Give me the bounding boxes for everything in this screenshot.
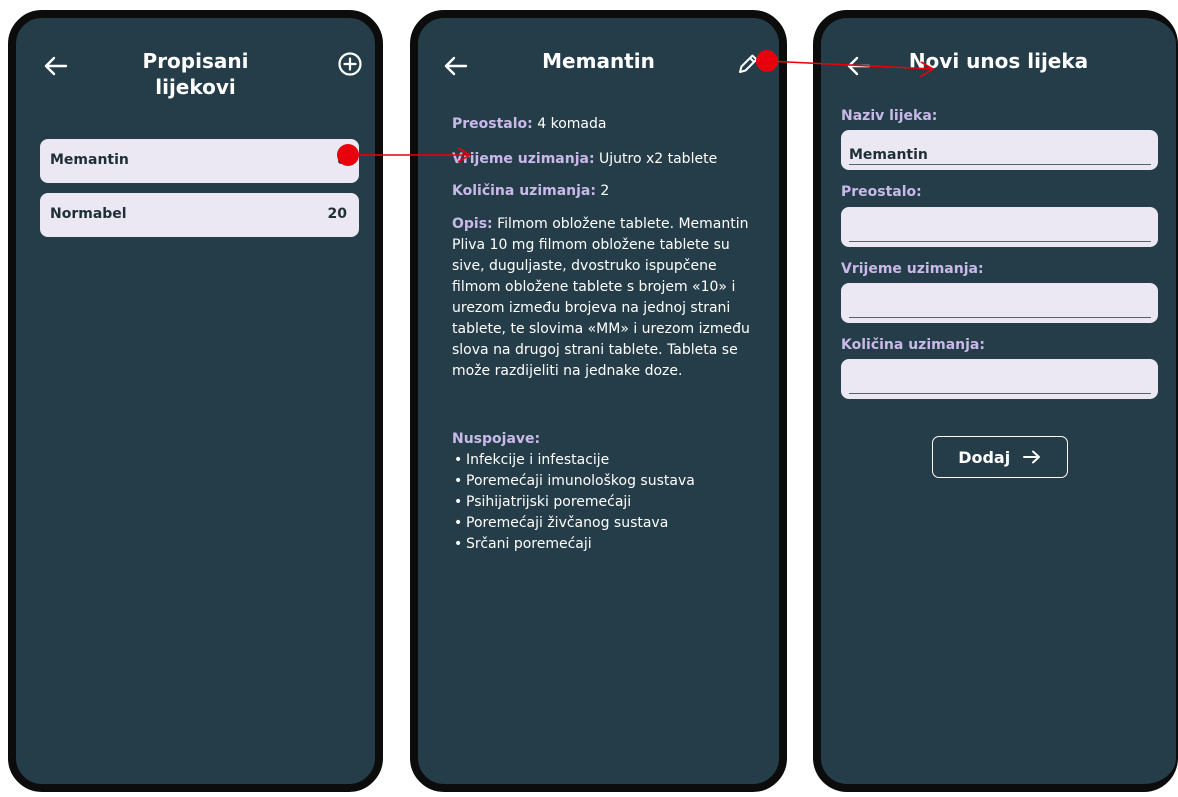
new-entry-screen: Novi unos lijeka Naziv lijeka: Preostalo… — [813, 10, 1178, 792]
time-info: Vrijeme uzimanja: Ujutro x2 tablete — [452, 149, 755, 170]
field-underline — [849, 393, 1151, 394]
description: Opis: Filmom obložene tablete. Memantin … — [452, 214, 755, 382]
medicine-name: Normabel — [50, 206, 127, 222]
title-line-1: Propisani — [142, 49, 249, 73]
time-label: Vrijeme uzimanja: — [452, 151, 595, 167]
tap-indicator-dot — [337, 144, 359, 166]
side-effect-item: Poremećaji imunološkog sustava — [452, 471, 755, 492]
side-effects-list: Infekcije i infestacije Poremećaji imuno… — [452, 450, 755, 555]
page-title: Novi unos lijeka — [908, 49, 1089, 73]
page-title: Propisani lijekovi — [16, 48, 375, 100]
add-button-label: Dodaj — [958, 447, 1011, 467]
side-effect-item: Psihijatrijski poremećaji — [452, 492, 755, 513]
time-label: Vrijeme uzimanja: — [841, 261, 984, 277]
side-effect-item: Srčani poremećaji — [452, 534, 755, 555]
remaining-label: Preostalo: — [841, 184, 922, 200]
medicine-item-normabel[interactable]: Normabel 20 — [40, 193, 359, 237]
side-effects: Nuspojave: Infekcije i infestacije Porem… — [452, 429, 755, 555]
tap-indicator-dot — [756, 50, 778, 72]
side-effect-item: Infekcije i infestacije — [452, 450, 755, 471]
medicine-item-memantin[interactable]: Memantin 8 — [40, 139, 359, 183]
field-underline — [849, 241, 1151, 242]
quantity-label: Količina uzimanja: — [452, 183, 596, 199]
quantity-value: 2 — [595, 183, 610, 199]
side-effects-label: Nuspojave: — [452, 431, 541, 447]
page-title: Memantin — [542, 49, 655, 73]
field-underline — [849, 317, 1151, 318]
quantity-label: Količina uzimanja: — [841, 337, 985, 353]
medicine-count: 20 — [327, 206, 347, 222]
side-effect-item: Poremećaji živčanog sustava — [452, 513, 755, 534]
quantity-info: Količina uzimanja: 2 — [452, 181, 755, 202]
description-label: Opis: — [452, 216, 493, 232]
medicine-name: Memantin — [50, 152, 129, 168]
add-medicine-icon[interactable] — [336, 50, 364, 78]
arrow-right-icon — [1022, 450, 1040, 463]
remaining-label: Preostalo: — [452, 116, 533, 132]
field-underline — [849, 164, 1151, 165]
time-value: Ujutro x2 tablete — [594, 151, 718, 167]
detail-screen: Memantin Preostalo: 4 komada Vrijeme uzi… — [410, 10, 787, 792]
title-line-2: lijekovi — [155, 75, 236, 99]
remaining-value: 4 komada — [532, 116, 607, 132]
name-label: Naziv lijeka: — [841, 108, 938, 124]
add-button[interactable]: Dodaj — [932, 436, 1068, 478]
list-screen: Propisani lijekovi Memantin 8 Normabel 2… — [8, 10, 383, 792]
description-text: Filmom obložene tablete. Memantin Pliva … — [452, 216, 750, 379]
remaining-info: Preostalo: 4 komada — [452, 114, 755, 135]
